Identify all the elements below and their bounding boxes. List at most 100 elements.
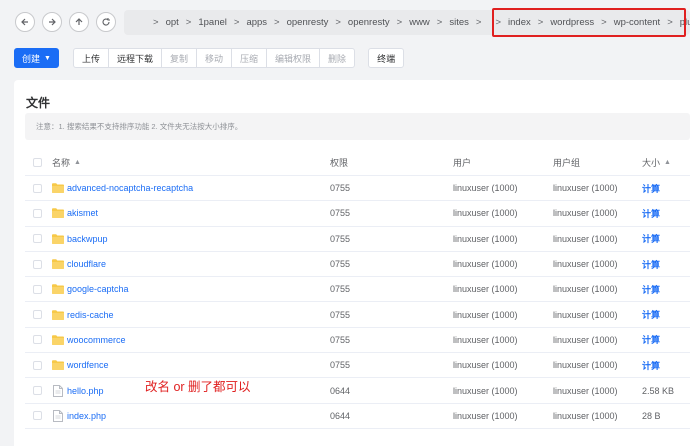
permission-cell[interactable]: 0755 [330,227,350,251]
up-button[interactable] [69,12,89,32]
file-name-link[interactable]: wordfence [67,360,109,370]
chevron-down-icon: ▼ [44,54,51,62]
select-all-checkbox[interactable] [33,157,42,167]
row-checkbox[interactable] [33,360,42,370]
sort-icon[interactable]: ▲︎ [664,159,671,166]
breadcrumb-item[interactable]: openresty [348,17,390,28]
copy-button[interactable]: 复制 [160,48,197,68]
calculate-size-link[interactable]: 计算 [642,201,660,225]
group-cell[interactable]: linuxuser (1000) [553,353,618,377]
breadcrumb-item[interactable]: sites [449,17,469,28]
terminal-button[interactable]: 终端 [368,48,405,68]
delete-button[interactable]: 删除 [319,48,356,68]
row-checkbox[interactable] [33,310,42,320]
permission-cell[interactable]: 0755 [330,252,350,276]
compress-button[interactable]: 压缩 [231,48,268,68]
group-cell[interactable]: linuxuser (1000) [553,378,618,402]
breadcrumb-item[interactable]: opt [166,17,179,28]
size-header[interactable]: 大小 ▲︎ [642,149,671,175]
file-name-link[interactable]: google-captcha [67,284,129,294]
row-checkbox[interactable] [33,284,42,294]
group-cell[interactable]: linuxuser (1000) [553,302,618,326]
row-checkbox[interactable] [33,386,42,396]
permission-cell[interactable]: 0755 [330,201,350,225]
breadcrumb-item[interactable]: plugins [680,17,690,28]
breadcrumb-item[interactable]: index [508,17,531,28]
breadcrumb-item[interactable]: www [409,17,430,28]
breadcrumb-item[interactable]: wp-content [614,17,660,28]
file-name-link[interactable]: cloudflare [67,259,106,269]
permission-cell[interactable]: 0644 [330,404,350,428]
calculate-size-link[interactable]: 计算 [642,277,660,301]
permission-cell[interactable]: 0755 [330,353,350,377]
row-checkbox[interactable] [33,411,42,421]
row-checkbox[interactable] [33,335,42,345]
row-select-cell [33,176,42,200]
group-cell[interactable]: linuxuser (1000) [553,252,618,276]
table-row[interactable]: redis-cache 0755 linuxuser (1000) linuxu… [25,302,690,328]
permission-cell[interactable]: 0755 [330,302,350,326]
group-cell[interactable]: linuxuser (1000) [553,176,618,200]
user-cell[interactable]: linuxuser (1000) [453,201,518,225]
table-row[interactable]: backwpup 0755 linuxuser (1000) linuxuser… [25,227,690,252]
table-row[interactable]: cloudflare 0755 linuxuser (1000) linuxus… [25,252,690,278]
table-row[interactable]: index.php 0644 linuxuser (1000) linuxuse… [25,404,690,429]
calculate-size-link[interactable]: 计算 [642,353,660,377]
create-button[interactable]: 创建 ▼ [14,48,59,68]
group-cell[interactable]: linuxuser (1000) [553,277,618,301]
permission-cell[interactable]: 0755 [330,277,350,301]
calculate-size-link[interactable]: 计算 [642,328,660,352]
user-cell[interactable]: linuxuser (1000) [453,302,518,326]
user-cell[interactable]: linuxuser (1000) [453,328,518,352]
user-cell[interactable]: linuxuser (1000) [453,378,518,402]
table-row[interactable]: hello.php 0644 linuxuser (1000) linuxuse… [25,378,690,404]
group-cell[interactable]: linuxuser (1000) [553,404,618,428]
sort-icon[interactable]: ▲︎ [74,159,81,166]
file-icon [53,409,63,422]
refresh-button[interactable] [96,12,116,32]
file-name-link[interactable]: redis-cache [67,310,114,320]
file-name-link[interactable]: index.php [67,411,106,421]
permission-cell[interactable]: 0755 [330,176,350,200]
breadcrumb-item[interactable]: apps [246,17,267,28]
table-row[interactable]: google-captcha 0755 linuxuser (1000) lin… [25,277,690,303]
row-checkbox[interactable] [33,208,42,218]
group-cell[interactable]: linuxuser (1000) [553,328,618,352]
calculate-size-link[interactable]: 计算 [642,302,660,326]
breadcrumb-item[interactable]: wordpress [550,17,594,28]
table-row[interactable]: akismet 0755 linuxuser (1000) linuxuser … [25,201,690,227]
group-cell[interactable]: linuxuser (1000) [553,201,618,225]
user-cell[interactable]: linuxuser (1000) [453,353,518,377]
file-name-link[interactable]: backwpup [67,234,108,244]
user-cell[interactable]: linuxuser (1000) [453,404,518,428]
table-row[interactable]: woocommerce 0755 linuxuser (1000) linuxu… [25,328,690,354]
calculate-size-link[interactable]: 计算 [642,227,660,251]
table-row[interactable]: wordfence 0755 linuxuser (1000) linuxuse… [25,353,690,379]
table-row[interactable]: advanced-nocaptcha-recaptcha 0755 linuxu… [25,176,690,202]
row-checkbox[interactable] [33,234,42,244]
permission-cell[interactable]: 0644 [330,378,350,402]
name-header[interactable]: 名称 ▲︎ [52,149,81,175]
forward-button[interactable] [42,12,62,32]
file-name-link[interactable]: woocommerce [67,335,126,345]
edit-permission-button[interactable]: 编辑权限 [266,48,321,68]
back-button[interactable] [15,12,35,32]
calculate-size-link[interactable]: 计算 [642,176,660,200]
remote-download-button[interactable]: 远程下载 [107,48,162,68]
user-cell[interactable]: linuxuser (1000) [453,252,518,276]
permission-cell[interactable]: 0755 [330,328,350,352]
move-button[interactable]: 移动 [196,48,233,68]
breadcrumb-item[interactable]: 1panel [198,17,227,28]
user-cell[interactable]: linuxuser (1000) [453,277,518,301]
user-cell[interactable]: linuxuser (1000) [453,227,518,251]
row-checkbox[interactable] [33,259,42,269]
upload-button[interactable]: 上传 [72,48,109,68]
group-cell[interactable]: linuxuser (1000) [553,227,618,251]
user-cell[interactable]: linuxuser (1000) [453,176,518,200]
file-name-link[interactable]: advanced-nocaptcha-recaptcha [67,183,193,193]
file-name-link[interactable]: akismet [67,208,98,218]
breadcrumb-item[interactable]: openresty [287,17,329,28]
calculate-size-link[interactable]: 计算 [642,252,660,276]
row-checkbox[interactable] [33,183,42,193]
file-name-link[interactable]: hello.php [67,386,104,396]
